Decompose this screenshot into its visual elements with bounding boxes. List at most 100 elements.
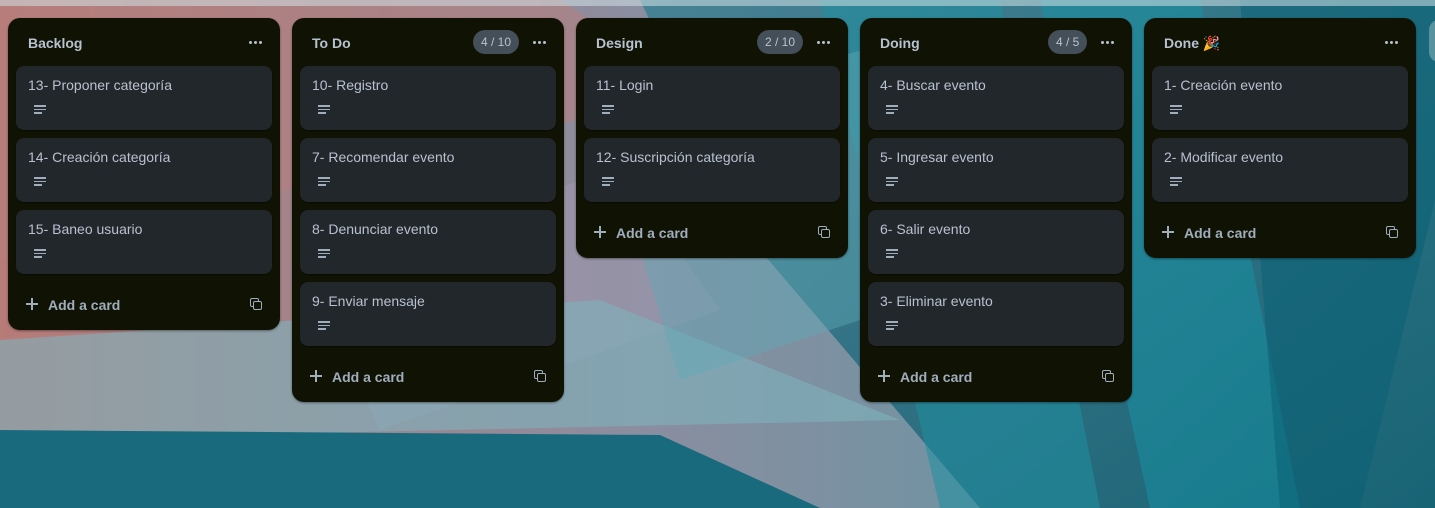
description-icon bbox=[602, 105, 614, 115]
card-title: 13- Proponer categoría bbox=[28, 77, 172, 93]
add-card-button[interactable]: Add a card bbox=[8, 282, 280, 330]
description-icon bbox=[886, 321, 898, 331]
plus-icon bbox=[310, 370, 322, 382]
description-icon bbox=[886, 177, 898, 187]
more-icon bbox=[1100, 40, 1104, 44]
list-header[interactable]: Backlog bbox=[8, 18, 280, 66]
card[interactable]: 4- Buscar evento bbox=[868, 66, 1124, 130]
description-icon bbox=[886, 105, 898, 115]
card[interactable]: 1- Creación evento bbox=[1152, 66, 1408, 130]
card[interactable]: 10- Registro bbox=[300, 66, 556, 130]
card-title: 7- Recomendar evento bbox=[312, 149, 455, 165]
list-title[interactable]: Backlog bbox=[28, 35, 82, 51]
description-icon bbox=[318, 177, 330, 187]
list-doing: Doing 4 / 5 4- Buscar evento 5- Ingresar… bbox=[860, 18, 1132, 402]
description-icon bbox=[318, 105, 330, 115]
create-from-template-icon[interactable] bbox=[1102, 370, 1114, 382]
create-from-template-icon[interactable] bbox=[1386, 226, 1398, 238]
add-list-button-edge[interactable] bbox=[1429, 20, 1435, 62]
list-menu-button[interactable] bbox=[1380, 32, 1402, 52]
more-icon bbox=[532, 40, 536, 44]
card[interactable]: 9- Enviar mensaje bbox=[300, 282, 556, 346]
card[interactable]: 6- Salir evento bbox=[868, 210, 1124, 274]
description-icon bbox=[1170, 105, 1182, 115]
card-title: 9- Enviar mensaje bbox=[312, 293, 425, 309]
list-header[interactable]: To Do 4 / 10 bbox=[292, 18, 564, 66]
card[interactable]: 12- Suscripción categoría bbox=[584, 138, 840, 202]
card[interactable]: 5- Ingresar evento bbox=[868, 138, 1124, 202]
description-icon bbox=[602, 177, 614, 187]
list-title[interactable]: Done 🎉 bbox=[1164, 35, 1220, 52]
card-title: 8- Denunciar evento bbox=[312, 221, 439, 237]
list-title[interactable]: To Do bbox=[312, 35, 351, 51]
list-design: Design 2 / 10 11- Login 12- Suscripción … bbox=[576, 18, 848, 258]
card[interactable]: 7- Recomendar evento bbox=[300, 138, 556, 202]
card-title: 14- Creación categoría bbox=[28, 149, 171, 165]
list-menu-button[interactable] bbox=[244, 32, 266, 52]
card[interactable]: 13- Proponer categoría bbox=[16, 66, 272, 130]
list-title[interactable]: Doing bbox=[880, 35, 920, 51]
card-title: 10- Registro bbox=[312, 77, 389, 93]
plus-icon bbox=[878, 370, 890, 382]
add-card-button[interactable]: Add a card bbox=[860, 354, 1132, 402]
list-backlog: Backlog 13- Proponer categoría 14- Creac… bbox=[8, 18, 280, 330]
card[interactable]: 15- Baneo usuario bbox=[16, 210, 272, 274]
kanban-board: Backlog 13- Proponer categoría 14- Creac… bbox=[0, 0, 1435, 508]
more-icon bbox=[816, 40, 820, 44]
card[interactable]: 3- Eliminar evento bbox=[868, 282, 1124, 346]
card-title: 12- Suscripción categoría bbox=[596, 149, 755, 165]
description-icon bbox=[886, 249, 898, 259]
add-card-label: Add a card bbox=[48, 297, 121, 313]
list-menu-button[interactable] bbox=[1096, 32, 1118, 52]
add-card-button[interactable]: Add a card bbox=[576, 210, 848, 258]
card[interactable]: 2- Modificar evento bbox=[1152, 138, 1408, 202]
add-card-button[interactable]: Add a card bbox=[1144, 210, 1416, 258]
list-menu-button[interactable] bbox=[812, 32, 834, 52]
list-header[interactable]: Done 🎉 bbox=[1144, 18, 1416, 66]
card-list: 1- Creación evento 2- Modificar evento bbox=[1144, 66, 1416, 202]
card-title: 5- Ingresar evento bbox=[880, 149, 994, 165]
card[interactable]: 14- Creación categoría bbox=[16, 138, 272, 202]
add-card-label: Add a card bbox=[332, 369, 405, 385]
description-icon bbox=[34, 105, 46, 115]
more-icon bbox=[1384, 40, 1388, 44]
card-list: 4- Buscar evento 5- Ingresar evento 6- S… bbox=[860, 66, 1132, 346]
card-title: 3- Eliminar evento bbox=[880, 293, 993, 309]
create-from-template-icon[interactable] bbox=[534, 370, 546, 382]
add-card-label: Add a card bbox=[900, 369, 973, 385]
more-icon bbox=[248, 40, 252, 44]
card-list: 10- Registro 7- Recomendar evento 8- Den… bbox=[292, 66, 564, 346]
list-to-do: To Do 4 / 10 10- Registro 7- Recomendar … bbox=[292, 18, 564, 402]
add-card-label: Add a card bbox=[1184, 225, 1257, 241]
plus-icon bbox=[1162, 226, 1174, 238]
plus-icon bbox=[26, 298, 38, 310]
plus-icon bbox=[594, 226, 606, 238]
card-limit-badge: 2 / 10 bbox=[757, 30, 804, 54]
create-from-template-icon[interactable] bbox=[818, 226, 830, 238]
create-from-template-icon[interactable] bbox=[250, 298, 262, 310]
card-title: 2- Modificar evento bbox=[1164, 149, 1284, 165]
list-header[interactable]: Doing 4 / 5 bbox=[860, 18, 1132, 66]
description-icon bbox=[1170, 177, 1182, 187]
list-menu-button[interactable] bbox=[528, 32, 550, 52]
description-icon bbox=[318, 249, 330, 259]
list-done: Done 🎉 1- Creación evento 2- Modificar e… bbox=[1144, 18, 1416, 258]
card-limit-badge: 4 / 5 bbox=[1048, 30, 1088, 54]
description-icon bbox=[34, 177, 46, 187]
description-icon bbox=[318, 321, 330, 331]
card[interactable]: 11- Login bbox=[584, 66, 840, 130]
card-limit-badge: 4 / 10 bbox=[473, 30, 520, 54]
card-list: 13- Proponer categoría 14- Creación cate… bbox=[8, 66, 280, 274]
card-list: 11- Login 12- Suscripción categoría bbox=[576, 66, 848, 202]
card-title: 4- Buscar evento bbox=[880, 77, 986, 93]
list-title[interactable]: Design bbox=[596, 35, 643, 51]
card-title: 6- Salir evento bbox=[880, 221, 971, 237]
card-title: 15- Baneo usuario bbox=[28, 221, 143, 237]
add-card-label: Add a card bbox=[616, 225, 689, 241]
card[interactable]: 8- Denunciar evento bbox=[300, 210, 556, 274]
card-title: 11- Login bbox=[596, 77, 654, 93]
add-card-button[interactable]: Add a card bbox=[292, 354, 564, 402]
description-icon bbox=[34, 249, 46, 259]
list-header[interactable]: Design 2 / 10 bbox=[576, 18, 848, 66]
card-title: 1- Creación evento bbox=[1164, 77, 1283, 93]
